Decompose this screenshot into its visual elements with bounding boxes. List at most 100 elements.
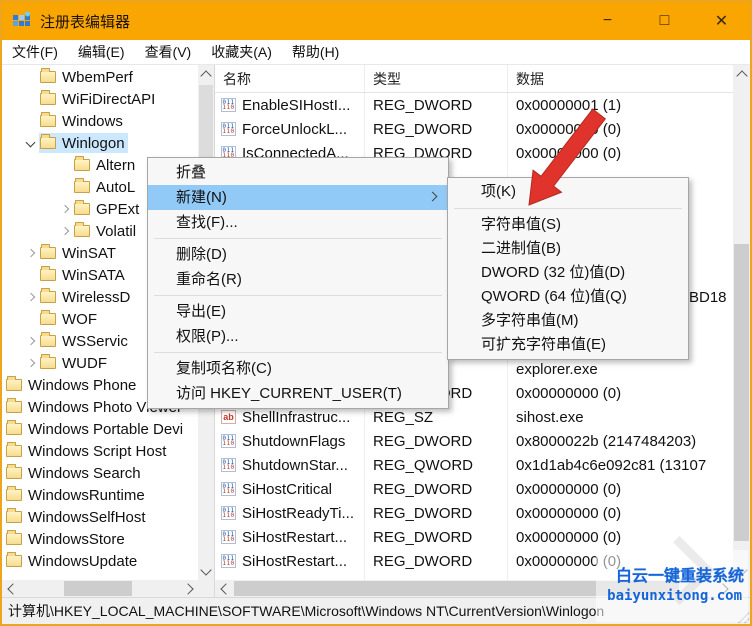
- tree-horizontal-scrollbar[interactable]: [2, 580, 198, 597]
- scroll-up-icon[interactable]: [733, 65, 750, 82]
- menu-item-permissions[interactable]: 权限(P)...: [148, 324, 448, 349]
- menubar-item-file[interactable]: 文件(F): [2, 42, 68, 62]
- tree-item-label: WUDF: [62, 354, 107, 372]
- submenu-arrow-icon: [427, 191, 438, 202]
- close-button[interactable]: ✕: [693, 2, 750, 40]
- value-row[interactable]: 011 110 SiHostReadyTi... REG_DWORD 0x0000000…: [215, 501, 733, 525]
- tree-item-label: WSServic: [62, 332, 128, 350]
- menu-item-export[interactable]: 导出(E): [148, 299, 448, 324]
- tree-item[interactable]: Windows Script Host: [2, 440, 198, 462]
- column-header-data[interactable]: 数据: [508, 65, 733, 92]
- submenu-item-multi-string-value[interactable]: 多字符串值(M): [448, 309, 688, 333]
- dword-value-icon: 011110: [221, 530, 236, 544]
- folder-icon: [6, 420, 22, 435]
- menu-item-copy-key-name[interactable]: 复制项名称(C): [148, 356, 448, 381]
- tree-item-label: WindowsRuntime: [28, 486, 145, 504]
- value-row[interactable]: 011 110 ShutdownFlags REG_DWORD 0x8000022b (…: [215, 429, 733, 453]
- menu-item-find[interactable]: 查找(F)...: [148, 210, 448, 235]
- tree-item[interactable]: Windows: [2, 110, 198, 132]
- window-title: 注册表编辑器: [40, 13, 131, 31]
- folder-icon: [40, 244, 56, 259]
- tree-item[interactable]: Windows Portable Devi: [2, 418, 198, 440]
- menu-item-collapse[interactable]: 折叠: [148, 160, 448, 185]
- tree-item[interactable]: WindowsRuntime: [2, 484, 198, 506]
- column-header-name[interactable]: 名称: [215, 65, 365, 92]
- maximize-button[interactable]: □: [636, 2, 693, 40]
- tree-item[interactable]: WindowsUpdate: [2, 550, 198, 572]
- menu-item-rename[interactable]: 重命名(R): [148, 267, 448, 292]
- tree-item[interactable]: WindowsStore: [2, 528, 198, 550]
- scroll-down-icon[interactable]: [198, 563, 214, 580]
- chevron-right-icon[interactable]: [24, 290, 39, 305]
- menubar-item-view[interactable]: 查看(V): [135, 42, 202, 62]
- folder-icon: [6, 530, 22, 545]
- annotation-arrow: [528, 108, 606, 206]
- tree-item-label: WirelessD: [62, 288, 131, 306]
- folder-icon: [6, 508, 22, 523]
- dword-value-icon: 011110: [221, 554, 236, 568]
- chevron-right-icon[interactable]: [24, 334, 39, 349]
- folder-icon: [6, 464, 22, 479]
- chevron-down-icon[interactable]: [24, 136, 39, 151]
- watermark-url: baiyunxitong.com: [607, 588, 742, 604]
- menu-item-goto-hkcu[interactable]: 访问 HKEY_CURRENT_USER(T): [148, 381, 448, 406]
- tree-item[interactable]: WiFiDirectAPI: [2, 88, 198, 110]
- context-menu: 折叠 新建(N) 查找(F)... 删除(D) 重命名(R) 导出(E) 权限(…: [147, 157, 449, 409]
- submenu-item-binary-value[interactable]: 二进制值(B): [448, 237, 688, 261]
- tree-item-winlogon[interactable]: Winlogon: [2, 132, 198, 154]
- folder-icon: [74, 200, 90, 215]
- folder-icon: [74, 178, 90, 193]
- tree-item[interactable]: Windows Search: [2, 462, 198, 484]
- value-row[interactable]: 011 110 EnableSIHostI... REG_DWORD 0x0000000…: [215, 93, 733, 117]
- tree-hscroll-thumb[interactable]: [64, 581, 132, 596]
- value-row[interactable]: 011 110 ShutdownStar... REG_QWORD 0x1d1ab4c6…: [215, 453, 733, 477]
- value-row[interactable]: 011 110 ForceUnlockL... REG_DWORD 0x00000000…: [215, 117, 733, 141]
- chevron-right-icon[interactable]: [58, 202, 73, 217]
- list-vertical-scrollbar[interactable]: [733, 65, 750, 580]
- folder-icon: [6, 486, 22, 501]
- tree-item[interactable]: WindowsSelfHost: [2, 506, 198, 528]
- folder-icon: [6, 398, 22, 413]
- dword-value-icon: 011110: [221, 506, 236, 520]
- minimize-button[interactable]: −: [579, 2, 636, 40]
- chevron-right-icon[interactable]: [58, 224, 73, 239]
- menu-item-delete[interactable]: 删除(D): [148, 242, 448, 267]
- tree-item-label: Altern: [96, 156, 136, 174]
- list-header: 名称 类型 数据: [215, 65, 733, 93]
- tree-item-label: WiFiDirectAPI: [62, 90, 156, 108]
- value-row[interactable]: 011 110 SiHostCritical REG_DWORD 0x00000000 …: [215, 477, 733, 501]
- menu-separator: [154, 238, 442, 239]
- menu-item-new[interactable]: 新建(N): [148, 185, 448, 210]
- folder-icon: [40, 288, 56, 303]
- column-header-type[interactable]: 类型: [365, 65, 508, 92]
- scroll-right-icon[interactable]: [181, 580, 198, 597]
- submenu-item-dword-value[interactable]: DWORD (32 位)值(D): [448, 261, 688, 285]
- chevron-right-icon[interactable]: [24, 246, 39, 261]
- menubar-item-edit[interactable]: 编辑(E): [68, 42, 135, 62]
- registry-editor-window: 注册表编辑器 − □ ✕ 文件(F) 编辑(E) 查看(V) 收藏夹(A) 帮助…: [0, 0, 752, 626]
- chevron-right-icon[interactable]: [24, 356, 39, 371]
- tree-item-label: AutoL: [96, 178, 136, 196]
- menu-separator: [154, 352, 442, 353]
- scroll-left-icon[interactable]: [215, 580, 232, 597]
- tree-item-label: Windows Script Host: [28, 442, 167, 460]
- value-row[interactable]: 011 110 SiHostRestart... REG_DWORD 0x0000000…: [215, 525, 733, 549]
- submenu-item-expandable-string-value[interactable]: 可扩充字符串值(E): [448, 333, 688, 357]
- qword-value-icon: 011 110: [221, 458, 236, 472]
- scroll-left-icon[interactable]: [2, 580, 19, 597]
- scroll-up-icon[interactable]: [198, 65, 214, 82]
- folder-icon: [40, 134, 56, 149]
- tree-item[interactable]: WbemPerf: [2, 66, 198, 88]
- menubar-item-help[interactable]: 帮助(H): [282, 42, 349, 62]
- registry-app-icon: [13, 11, 30, 26]
- string-value-icon: ab: [221, 410, 236, 424]
- scrollbar-corner: [198, 580, 214, 597]
- watermark: 白云一键重装系统 baiyunxitong.com: [596, 535, 748, 622]
- list-vscroll-thumb[interactable]: [734, 244, 749, 541]
- menubar-item-favorites[interactable]: 收藏夹(A): [201, 42, 282, 62]
- tree-item-label: Windows Portable Devi: [28, 420, 184, 438]
- submenu-item-qword-value[interactable]: QWORD (64 位)值(Q): [448, 285, 688, 309]
